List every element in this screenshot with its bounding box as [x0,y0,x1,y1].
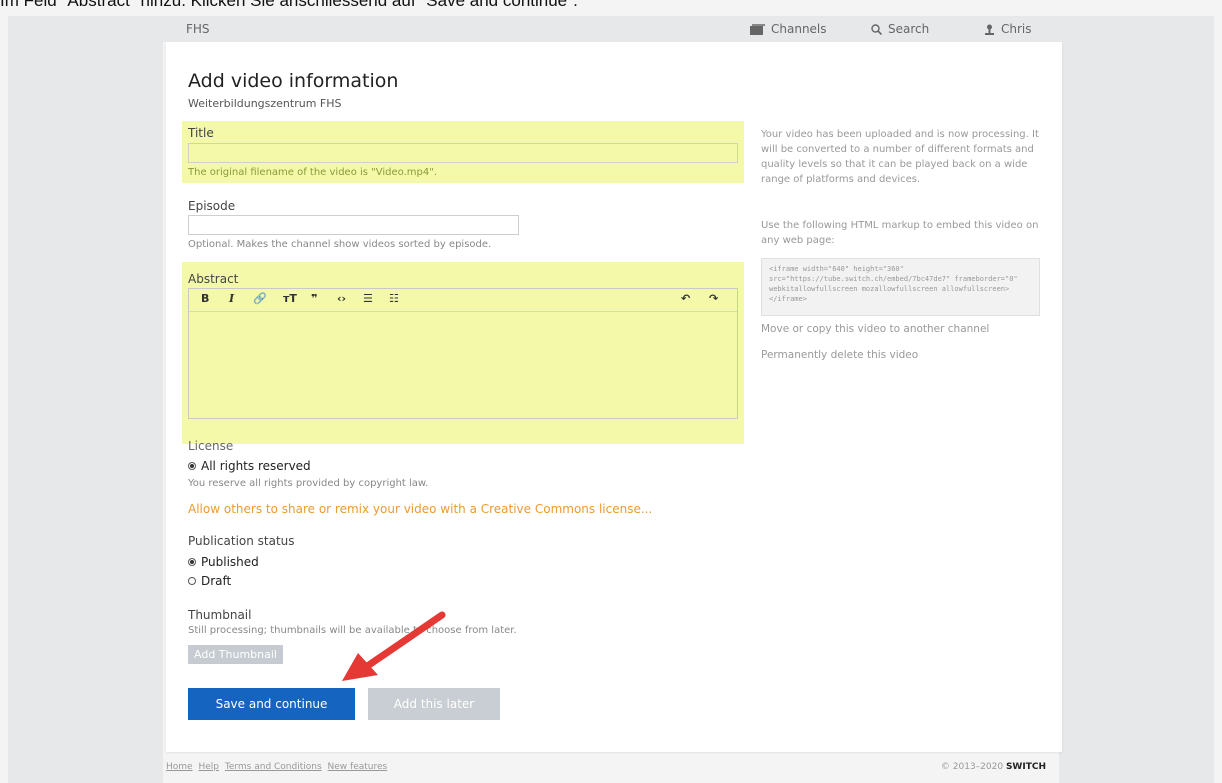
brand-link[interactable]: FHS [186,22,210,36]
episode-label: Episode [188,199,236,213]
embed-code[interactable]: <iframe width="640" height="360" src="ht… [761,258,1040,316]
search-label: Search [888,22,930,36]
embed-info: Use the following HTML markup to embed t… [761,220,1039,246]
abstract-label: Abstract [188,272,239,286]
move-video-link[interactable]: Move or copy this video to another chann… [761,322,989,337]
page-title: Add video information [188,70,399,92]
quote-icon[interactable]: ❞ [311,292,317,305]
published-label: Published [201,555,259,569]
footer-copyright: © 2013–2020 SWITCH [941,762,1046,772]
add-thumbnail-button[interactable]: Add Thumbnail [188,645,283,664]
publication-radio-draft[interactable]: Draft [188,574,231,588]
channels-icon [750,23,765,35]
user-icon [985,24,994,35]
channels-link[interactable]: Channels [750,22,827,36]
page-subtitle: Weiterbildungszentrum FHS [188,97,342,110]
channels-label: Channels [771,22,827,36]
search-icon [871,23,882,35]
processing-info: Your video has been uploaded and is now … [761,129,1039,185]
radio-unselected-icon [188,577,196,585]
save-and-continue-button[interactable]: Save and continue [188,688,355,720]
title-input[interactable] [188,143,738,163]
publication-radio-published[interactable]: Published [188,555,259,569]
undo-icon[interactable]: ↶ [681,292,690,305]
footer-link-new-features[interactable]: New features [328,762,388,772]
user-label: Chris [1001,22,1032,36]
footer: Home Help Terms and Conditions New featu… [166,762,1062,772]
delete-video-link[interactable]: Permanently delete this video [761,348,918,363]
top-navigation: FHS Channels Search Chris [8,16,1214,42]
thumbnail-label: Thumbnail [188,608,252,622]
heading-button[interactable]: тT [283,292,297,305]
instruction-text: Im Feld "Abstract" hinzu. Klicken Sie an… [0,0,1222,9]
title-label: Title [188,126,214,140]
publication-label: Publication status [188,534,295,548]
numbered-list-icon[interactable]: ☷ [389,292,399,305]
right-gutter [1059,16,1214,783]
footer-link-home[interactable]: Home [166,762,193,772]
copyright-text: © 2013–2020 [940,762,1004,772]
license-label: License [188,439,234,453]
link-icon[interactable]: 🔗 [253,292,267,305]
title-help: The original filename of the video is "V… [188,167,438,178]
abstract-editor[interactable]: B I 🔗 тT ❞ ‹› ☰ ☷ ↶ ↷ [188,288,738,419]
search-link[interactable]: Search [871,22,929,36]
left-gutter [8,16,163,783]
radio-selected-icon [188,462,196,470]
footer-link-terms[interactable]: Terms and Conditions [225,762,322,772]
editor-toolbar: B I 🔗 тT ❞ ‹› ☰ ☷ ↶ ↷ [189,289,737,312]
arrow-annotation-icon [342,611,446,681]
radio-selected-icon [188,558,196,566]
code-icon[interactable]: ‹› [337,292,346,305]
redo-icon[interactable]: ↷ [709,292,718,305]
license-radio-all-rights[interactable]: All rights reserved [188,459,311,473]
episode-help: Optional. Makes the channel show videos … [188,239,492,250]
episode-input[interactable] [188,215,519,235]
creative-commons-link[interactable]: Allow others to share or remix your vide… [188,502,652,516]
user-menu[interactable]: Chris [984,22,1032,36]
add-this-later-button[interactable]: Add this later [368,688,500,720]
main-card: Add video information Weiterbildungszent… [166,42,1062,752]
italic-button[interactable]: I [229,292,234,305]
footer-link-help[interactable]: Help [198,762,219,772]
switch-logo: SWITCH [1005,762,1046,772]
license-option-label: All rights reserved [201,459,311,473]
bold-button[interactable]: B [201,292,209,305]
license-help: You reserve all rights provided by copyr… [188,478,429,489]
draft-label: Draft [201,574,232,588]
bullet-list-icon[interactable]: ☰ [363,292,373,305]
